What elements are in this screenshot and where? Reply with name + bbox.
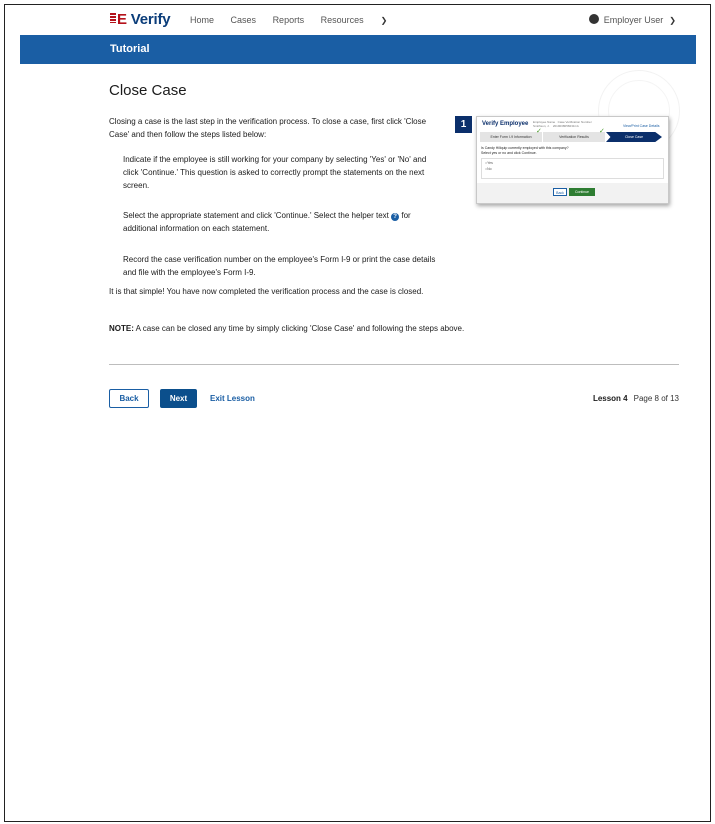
chevron-down-icon: ❯ xyxy=(380,16,388,25)
back-button[interactable]: Back xyxy=(109,389,149,408)
divider xyxy=(109,364,679,365)
lesson-label: Lesson 4 xyxy=(592,394,628,403)
intro-text: Closing a case is the last step in the v… xyxy=(109,117,427,139)
main-nav: Home Cases Reports Resources ❯ xyxy=(190,15,415,25)
note-text: NOTE: A case can be closed any time by s… xyxy=(109,324,465,333)
tracker-step-1: Enter Form I-9 Information xyxy=(480,132,542,142)
check-icon: ✓ xyxy=(536,128,542,135)
tutorial-banner: Tutorial xyxy=(20,35,696,64)
screenshot-title: Verify Employee xyxy=(482,121,529,127)
lesson-content: Close Case Closing a case is the last st… xyxy=(109,82,679,333)
lesson-progress: Lesson 4 Page 8 of 13 xyxy=(593,394,679,403)
nav-resources[interactable]: Resources ❯ xyxy=(321,15,402,25)
help-icon[interactable]: ? xyxy=(391,213,400,221)
screenshot-link: View/Print Case Details xyxy=(623,124,660,128)
screenshot-button-row: Back Continue xyxy=(477,183,668,203)
everify-logo[interactable]: E Verify xyxy=(110,11,171,28)
next-button[interactable]: Next xyxy=(160,389,197,408)
user-menu[interactable]: Employer User ❯ xyxy=(588,14,676,25)
step-number-badge: 1 xyxy=(455,116,472,133)
check-icon: ✓ xyxy=(599,128,605,135)
tracker-step-3: Close Case xyxy=(606,132,662,142)
screenshot-options: ○Yes ○No xyxy=(481,158,664,179)
step-1-text: Indicate if the employee is still workin… xyxy=(123,155,427,190)
progress-tracker: Enter Form I-9 Information Verification … xyxy=(480,128,666,142)
nav-reports[interactable]: Reports xyxy=(273,15,305,25)
step-2-text: Select the appropriate statement and cli… xyxy=(123,211,411,233)
nav-cases[interactable]: Cases xyxy=(231,15,257,25)
option-no: ○No xyxy=(485,167,492,171)
screenshot-back-button: Back xyxy=(553,188,567,196)
page-title: Close Case xyxy=(109,82,187,99)
top-navigation-bar: E Verify Home Cases Reports Resources ❯ E… xyxy=(20,8,696,34)
screenshot-question: Is Candy Hillquip currently employed wit… xyxy=(481,146,569,155)
closing-text: It is that simple! You have now complete… xyxy=(109,287,424,296)
banner-title: Tutorial xyxy=(110,43,150,55)
nav-home[interactable]: Home xyxy=(190,15,214,25)
tracker-step-2: Verification Results xyxy=(543,132,605,142)
page-indicator: Page 8 of 13 xyxy=(633,394,679,403)
chevron-down-icon: ❯ xyxy=(669,16,676,25)
user-icon xyxy=(588,14,599,24)
screenshot-continue-button: Continue xyxy=(569,188,595,196)
user-name: Employer User xyxy=(603,15,664,25)
exit-lesson-link[interactable]: Exit Lesson xyxy=(210,394,255,403)
example-screenshot: Verify Employee Employee Name Case Verif… xyxy=(476,116,669,204)
step-3-text: Record the case verification number on t… xyxy=(123,255,436,277)
screenshot-meta: Employee Name Case Verification Number S… xyxy=(533,120,592,128)
